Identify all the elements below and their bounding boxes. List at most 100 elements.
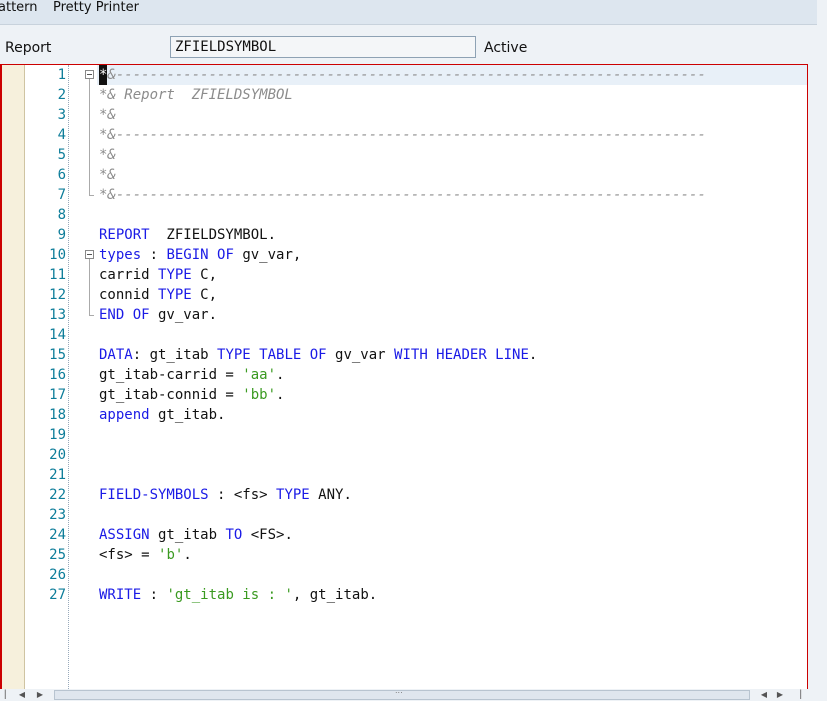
line-number: 10	[49, 247, 66, 263]
code-token: gv_var	[326, 347, 395, 363]
scrollbar-track[interactable]: ...	[54, 686, 750, 700]
code-line[interactable]: gt_itab-connid = 'bb'.	[99, 385, 284, 405]
code-token: .	[276, 387, 285, 403]
line-number: 25	[49, 547, 66, 563]
code-line[interactable]: *&	[99, 105, 116, 125]
code-token: :	[141, 247, 167, 263]
code-token: C,	[191, 287, 218, 303]
line-number: 14	[49, 327, 66, 343]
line-number: 17	[49, 387, 66, 403]
line-number: 18	[49, 407, 66, 423]
line-number: 15	[49, 347, 66, 363]
code-line[interactable]: connid TYPE C,	[99, 285, 217, 305]
line-number: 1	[57, 67, 66, 83]
code-token: 'b'	[158, 547, 184, 563]
line-number: 24	[49, 527, 66, 543]
code-token: *&	[99, 167, 116, 183]
code-token: TYPE	[276, 487, 310, 503]
fold-collapse-icon[interactable]	[85, 70, 94, 79]
line-number: 11	[49, 267, 66, 283]
code-token: TYPE	[158, 267, 192, 283]
code-token: carrid	[99, 267, 159, 283]
program-header: Report ZFIELDSYMBOL Active	[0, 25, 817, 63]
code-line[interactable]: *&	[99, 165, 116, 185]
line-number: 7	[57, 187, 66, 203]
line-number: 23	[49, 507, 66, 523]
code-token: , gt_itab.	[292, 587, 378, 603]
code-line[interactable]: types : BEGIN OF gv_var,	[99, 245, 301, 265]
code-line[interactable]: *&--------------------------------------…	[99, 185, 706, 205]
code-token: TYPE TABLE OF	[217, 347, 327, 363]
line-number: 9	[57, 227, 66, 243]
line-number-gutter: 1 2 3 4 5 6 7 8 9 10 11 12 13 14 15 16 17 18 19 20 21 22 23 24 2…	[26, 65, 69, 689]
scroll-last-icon[interactable]: ▕	[792, 689, 804, 701]
code-token: 'aa'	[242, 367, 277, 383]
fold-guide-line	[89, 79, 90, 195]
line-number: 5	[57, 147, 66, 163]
code-token: : gt_itab	[132, 347, 218, 363]
code-token: 'gt_itab is : '	[166, 587, 293, 603]
line-number: 16	[49, 367, 66, 383]
code-line[interactable]: *&--------------------------------------…	[99, 125, 706, 145]
code-token: .	[528, 347, 538, 363]
scroll-right-icon[interactable]: ▶	[774, 689, 786, 701]
status-label: Active	[484, 40, 528, 56]
pretty-printer-button[interactable]: Pretty Printer	[53, 0, 139, 15]
code-line[interactable]: END OF gv_var.	[99, 305, 217, 325]
code-line[interactable]: FIELD-SYMBOLS : <fs> TYPE ANY.	[99, 485, 352, 505]
code-line[interactable]: DATA: gt_itab TYPE TABLE OF gv_var WITH …	[99, 345, 537, 365]
code-token: .	[276, 367, 285, 383]
program-name-field[interactable]: ZFIELDSYMBOL	[170, 36, 476, 58]
code-token: *& Report ZFIELDSYMBOL	[99, 87, 293, 103]
code-line[interactable]: gt_itab-carrid = 'aa'.	[99, 365, 284, 385]
code-token: &---------------------------------------…	[107, 67, 706, 83]
code-token: ZFIELDSYMBOL.	[149, 227, 277, 243]
line-number: 21	[49, 467, 66, 483]
scroll-left-icon[interactable]: ◀	[16, 689, 28, 701]
line-number: 13	[49, 307, 66, 323]
code-line[interactable]: *& Report ZFIELDSYMBOL	[99, 85, 293, 105]
code-token: :	[141, 587, 167, 603]
code-token: ANY.	[309, 487, 352, 503]
scroll-first-icon[interactable]: ▏	[2, 689, 14, 701]
line-number: 19	[49, 427, 66, 443]
abap-code-editor[interactable]: 1 2 3 4 5 6 7 8 9 10 11 12 13 14 15 16 17 18 19 20 21 22 23 24 2…	[0, 64, 808, 689]
code-token: FIELD-SYMBOLS	[99, 487, 209, 503]
code-token: gt_itab.	[149, 407, 226, 423]
line-number: 6	[57, 167, 66, 183]
line-number: 3	[57, 107, 66, 123]
code-line[interactable]: append gt_itab.	[99, 405, 225, 425]
code-token: : <fs>	[208, 487, 277, 503]
code-token: gv_var,	[233, 247, 302, 263]
fold-collapse-icon[interactable]	[85, 250, 94, 259]
code-token: WRITE	[99, 587, 142, 603]
code-token: gt_itab	[149, 527, 226, 543]
code-token: *&	[99, 147, 116, 163]
scroll-right-small-icon[interactable]: ▶	[34, 689, 46, 701]
code-token: REPORT	[99, 227, 150, 243]
code-token: types	[99, 247, 142, 263]
code-token: .	[183, 547, 192, 563]
code-line[interactable]: REPORT ZFIELDSYMBOL.	[99, 225, 276, 245]
line-number: 2	[57, 87, 66, 103]
scroll-left-end-icon[interactable]: ◀	[758, 689, 770, 701]
pattern-button[interactable]: attern	[0, 0, 38, 15]
code-token: gv_var.	[149, 307, 218, 323]
code-line[interactable]: <fs> = 'b'.	[99, 545, 192, 565]
code-token: *&--------------------------------------…	[99, 127, 706, 143]
line-number: 4	[57, 127, 66, 143]
horizontal-scrollbar[interactable]: ▏ ◀ ▶ ... ◀ ▶ ▕	[0, 686, 808, 701]
code-line[interactable]: ASSIGN gt_itab TO <FS>.	[99, 525, 293, 545]
code-token: ASSIGN	[99, 527, 150, 543]
code-token: C,	[191, 267, 218, 283]
scrollbar-grip[interactable]: ...	[395, 686, 403, 695]
code-token: gt_itab-carrid =	[99, 367, 243, 383]
code-token: append	[99, 407, 150, 423]
editor-right-strip	[808, 64, 827, 701]
code-token: TYPE	[158, 287, 192, 303]
code-line[interactable]: WRITE : 'gt_itab is : ', gt_itab.	[99, 585, 377, 605]
code-line[interactable]: carrid TYPE C,	[99, 265, 217, 285]
code-token: END OF	[99, 307, 150, 323]
code-line[interactable]: *&--------------------------------------…	[99, 65, 706, 85]
code-line[interactable]: *&	[99, 145, 116, 165]
